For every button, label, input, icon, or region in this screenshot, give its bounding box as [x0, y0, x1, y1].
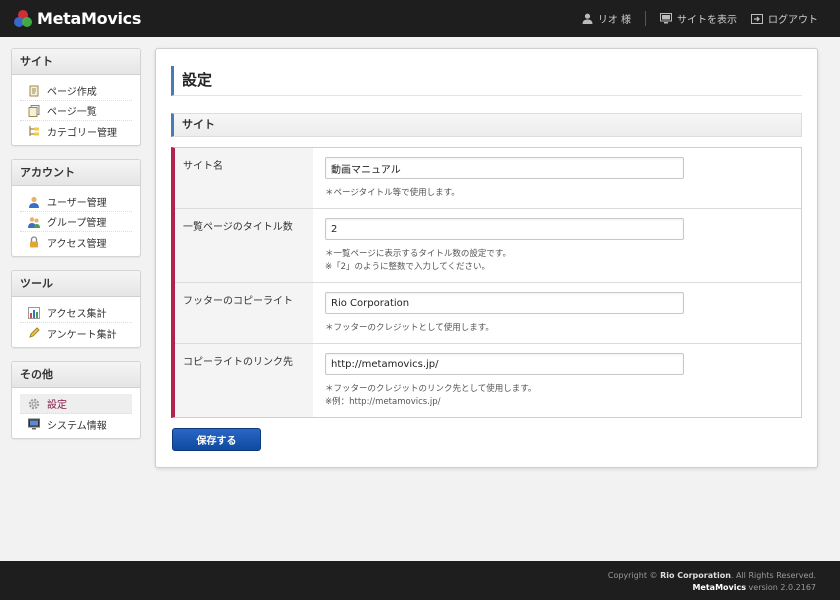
form-row-site-name: サイト名 ＊ページタイトル等で使用します。: [175, 148, 801, 209]
save-button[interactable]: 保存する: [172, 428, 261, 451]
field-label: コピーライトのリンク先: [175, 344, 313, 417]
sidebar-group-title: アカウント: [12, 160, 140, 186]
field-note-line: ＊フッターのクレジットのリンク先として使用します。: [325, 384, 537, 394]
form-row-copyright: フッターのコピーライト ＊フッターのクレジットとして使用します。: [175, 283, 801, 344]
sidebar-item-label: アクセス管理: [47, 238, 107, 250]
sidebar-group-title: その他: [12, 362, 140, 388]
sidebar-group-tools: ツール アクセス集計 アンケート集計: [11, 270, 141, 348]
sidebar-item-label: ユーザー管理: [47, 198, 107, 209]
sidebar-item-system-info[interactable]: システム情報: [20, 414, 132, 434]
field-note: ＊フッターのクレジットのリンク先として使用します。 ※例：http://meta…: [325, 383, 791, 409]
category-icon: [29, 126, 39, 136]
sidebar-item-label: グループ管理: [47, 218, 107, 229]
user-icon: [29, 196, 39, 208]
logout-label: ログアウト: [768, 15, 818, 26]
field-note-line: ※例：http://metamovics.jp/: [325, 397, 441, 407]
footer-company-link[interactable]: Rio Corporation: [660, 571, 731, 580]
lock-icon: [30, 236, 38, 248]
field-label: サイト名: [175, 148, 313, 208]
sidebar-group-account: アカウント ユーザー管理 グループ管理 アクセス管理: [11, 159, 141, 257]
settings-form: サイト名 ＊ページタイトル等で使用します。 一覧ページのタイトル数 ＊一覧ページ…: [171, 147, 802, 418]
field-label: フッターのコピーライト: [175, 283, 313, 343]
logo-icon: [14, 9, 32, 28]
footer-version: MetaMovics version 2.0.2167: [0, 582, 816, 594]
field-note: ＊一覧ページに表示するタイトル数の設定です。 ※「2」のように整数で入力してくだ…: [325, 248, 791, 274]
monitor-icon: [28, 418, 40, 430]
settings-panel: 設定 サイト サイト名 ＊ページタイトル等で使用します。 一覧ページのタイトル数…: [155, 48, 818, 468]
pencil-icon: [29, 327, 40, 338]
page-title: 設定: [171, 66, 802, 96]
sidebar-item-settings[interactable]: 設定: [20, 394, 132, 414]
user-icon: [582, 13, 593, 24]
page-list-icon: [28, 104, 40, 117]
field-label: 一覧ページのタイトル数: [175, 209, 313, 282]
sidebar-item-label: ページ作成: [47, 87, 97, 98]
gear-icon: [28, 398, 40, 409]
page-create-icon: [29, 85, 39, 96]
view-site-link[interactable]: サイトを表示: [660, 11, 737, 26]
user-link[interactable]: リオ 様: [582, 11, 631, 26]
top-bar: MetaMovics リオ 様 サイトを表示 ログアウト: [0, 0, 840, 37]
sidebar-item-access[interactable]: アクセス管理: [20, 232, 132, 252]
logo[interactable]: MetaMovics: [14, 9, 141, 28]
field-note-line: ＊ページタイトル等で使用します。: [325, 188, 460, 198]
monitor-icon: [660, 13, 672, 24]
user-name: リオ 様: [597, 15, 631, 26]
footer-brand: MetaMovics: [692, 583, 746, 592]
version-text: version 2.0.2167: [748, 583, 816, 592]
copyright-rights: . All Rights Reserved.: [730, 571, 816, 580]
sidebar-item-label: アクセス集計: [47, 309, 107, 320]
sidebar-item-label: 設定: [47, 400, 67, 411]
nav-divider: [645, 11, 646, 26]
site-name-input[interactable]: [325, 157, 684, 179]
sidebar-item-label: システム情報: [47, 420, 107, 432]
sidebar-item-label: ページ一覧: [47, 107, 97, 118]
field-note: ＊フッターのクレジットとして使用します。: [325, 322, 791, 335]
sidebar-item-page-list[interactable]: ページ一覧: [20, 101, 132, 121]
sidebar-group-title: サイト: [12, 49, 140, 75]
title-count-input[interactable]: [325, 218, 684, 240]
sidebar-group-other: その他 設定 システム情報: [11, 361, 141, 439]
sidebar-item-survey-stats[interactable]: アンケート集計: [20, 323, 132, 343]
header-nav: リオ 様 サイトを表示 ログアウト: [582, 11, 818, 26]
field-note-line: ＊フッターのクレジットとして使用します。: [325, 323, 494, 333]
copyright-input[interactable]: [325, 292, 684, 314]
sidebar: サイト ページ作成 ページ一覧 カテゴリー管理 アカウント ユーザー管理 グルー…: [11, 48, 141, 452]
sidebar-item-groups[interactable]: グループ管理: [20, 212, 132, 232]
copyright-link-input[interactable]: [325, 353, 684, 375]
field-note-line: ＊一覧ページに表示するタイトル数の設定です。: [325, 249, 511, 259]
copyright-prefix: Copyright ©: [607, 571, 658, 580]
logout-icon: [751, 13, 763, 24]
sidebar-item-users[interactable]: ユーザー管理: [20, 192, 132, 212]
sidebar-group-title: ツール: [12, 271, 140, 297]
field-note-line: ※「2」のように整数で入力してください。: [325, 262, 491, 272]
sidebar-item-category[interactable]: カテゴリー管理: [20, 121, 132, 141]
field-note: ＊ページタイトル等で使用します。: [325, 187, 791, 200]
sidebar-group-site: サイト ページ作成 ページ一覧 カテゴリー管理: [11, 48, 141, 146]
sidebar-item-label: カテゴリー管理: [47, 127, 117, 139]
section-title: サイト: [171, 113, 802, 137]
sidebar-item-page-create[interactable]: ページ作成: [20, 81, 132, 101]
footer: Copyright © Rio Corporation. All Rights …: [0, 561, 840, 600]
form-row-copyright-link: コピーライトのリンク先 ＊フッターのクレジットのリンク先として使用します。 ※例…: [175, 344, 801, 417]
sidebar-item-access-stats[interactable]: アクセス集計: [20, 303, 132, 323]
form-row-title-count: 一覧ページのタイトル数 ＊一覧ページに表示するタイトル数の設定です。 ※「2」の…: [175, 209, 801, 283]
view-site-label: サイトを表示: [677, 15, 737, 26]
logout-link[interactable]: ログアウト: [751, 11, 818, 26]
footer-copyright: Copyright © Rio Corporation. All Rights …: [0, 570, 816, 582]
group-icon: [28, 216, 40, 228]
chart-icon: [28, 306, 40, 319]
logo-text: MetaMovics: [37, 9, 142, 28]
sidebar-item-label: アンケート集計: [47, 329, 117, 341]
